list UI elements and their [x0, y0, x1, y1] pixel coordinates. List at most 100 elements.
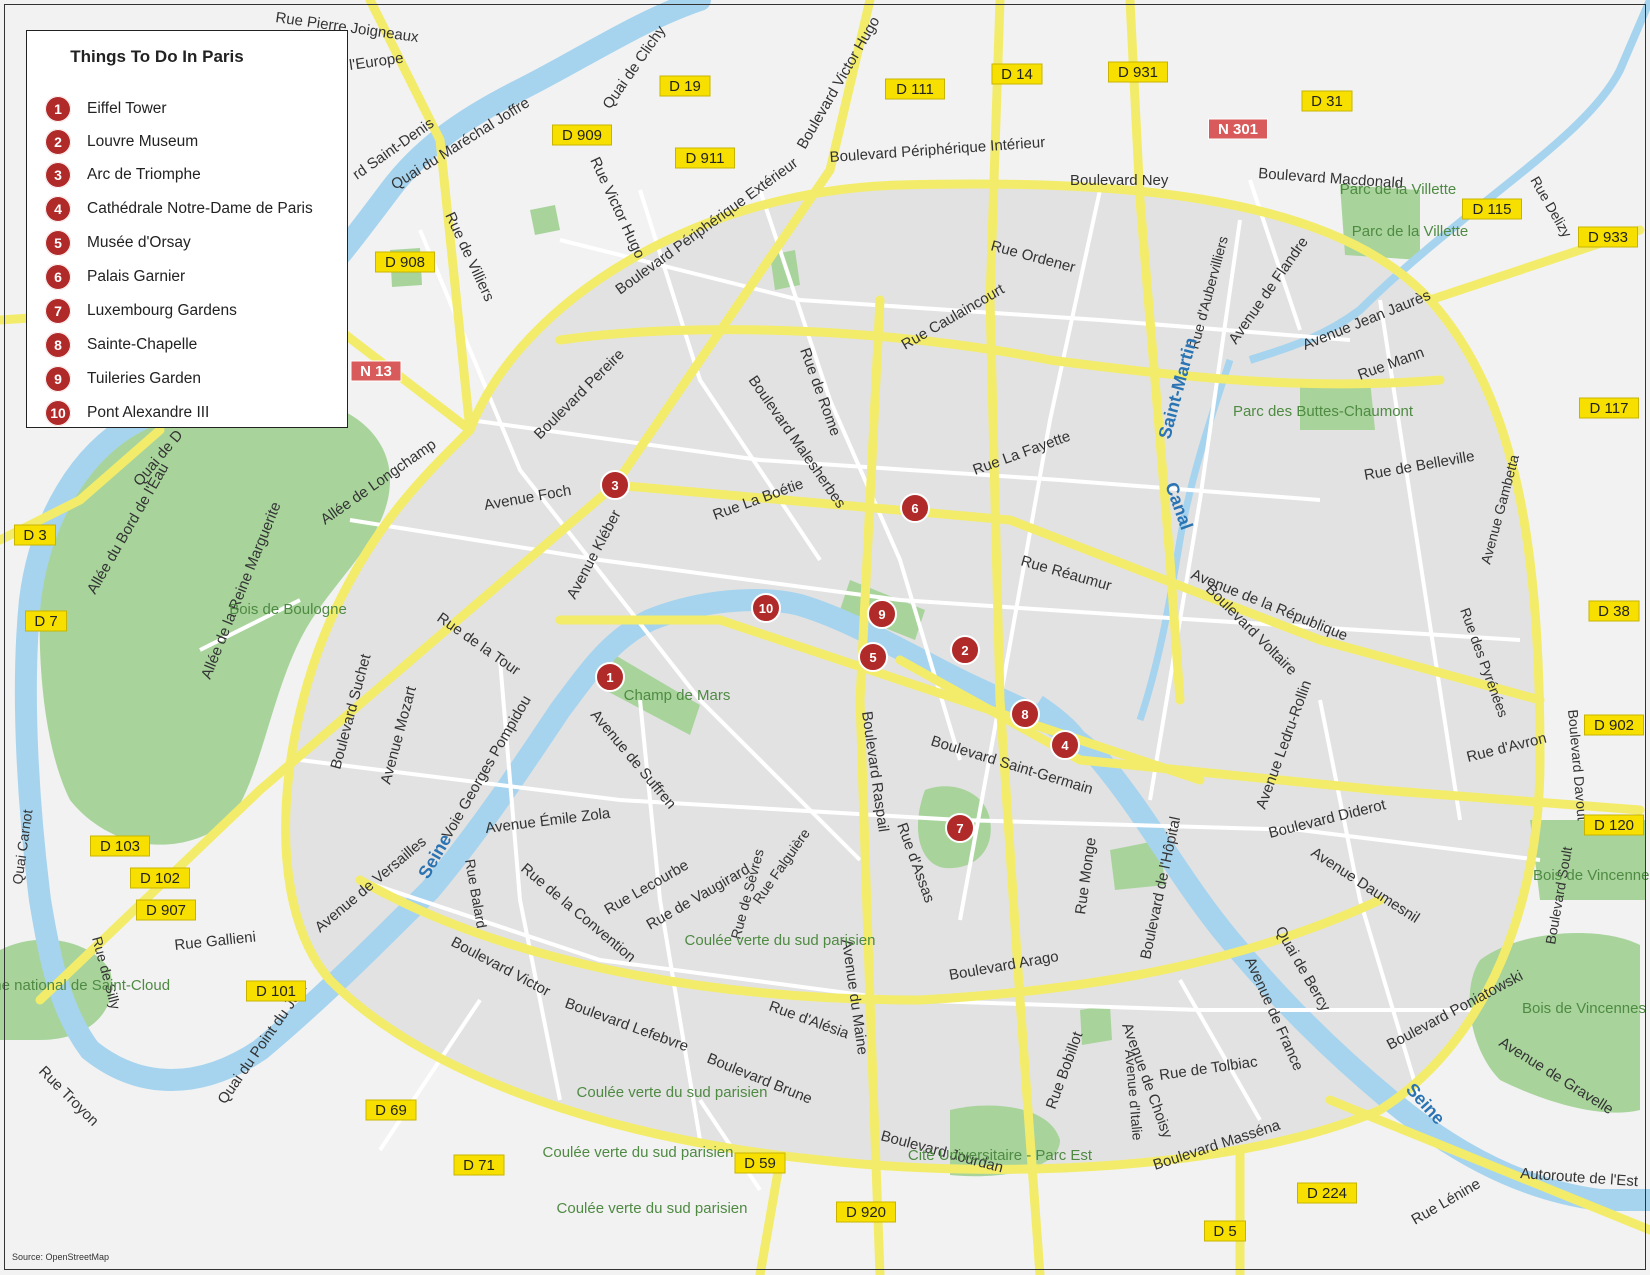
area-label: Bois de Vincennes: [1533, 867, 1650, 884]
road-shield-label: D 117: [1590, 400, 1629, 417]
legend-label: Sainte-Chapelle: [87, 336, 198, 353]
legend-marker-icon: 9: [45, 366, 71, 392]
road-shield-label: D 103: [100, 838, 140, 855]
attraction-marker-4[interactable]: 4: [1050, 730, 1080, 760]
street-label: Boulevard Ney: [1070, 172, 1169, 189]
road-shield: D 907: [136, 899, 196, 921]
road-shield: D 117: [1579, 397, 1639, 419]
area-label: Champ de Mars: [624, 687, 731, 704]
road-shield-label: D 7: [34, 613, 57, 630]
road-shield-label: D 224: [1307, 1185, 1347, 1202]
legend-title: Things To Do In Paris: [70, 47, 244, 66]
road-shield: D 59: [734, 1152, 786, 1174]
legend-item[interactable]: 7 Luxembourg Gardens: [45, 297, 237, 325]
attraction-marker-6[interactable]: 6: [900, 493, 930, 523]
road-shield-label: D 38: [1598, 603, 1630, 620]
attraction-marker-1[interactable]: 1: [595, 662, 625, 692]
area-label: Parc de la Villette: [1352, 223, 1468, 240]
road-shield: D 224: [1297, 1182, 1357, 1204]
attraction-marker-8[interactable]: 8: [1010, 699, 1040, 729]
area-label: Coulée verte du sud parisien: [543, 1144, 734, 1161]
attraction-marker-7[interactable]: 7: [945, 813, 975, 843]
road-shield: D 69: [365, 1099, 417, 1121]
legend-label: Tuileries Garden: [87, 370, 202, 387]
legend-marker-icon: 7: [45, 298, 71, 324]
attraction-marker-5[interactable]: 5: [858, 642, 888, 672]
area-label: Bois de Vincennes: [1522, 1000, 1646, 1017]
attraction-marker-3[interactable]: 3: [600, 470, 630, 500]
legend-label: Pont Alexandre III: [87, 404, 210, 421]
road-shield: D 931: [1108, 61, 1168, 83]
legend-label: Arc de Triomphe: [87, 166, 201, 183]
road-shield: D 115: [1462, 198, 1522, 220]
legend-marker-icon: 1: [45, 96, 71, 122]
area-label: Coulée verte du sud parisien: [557, 1200, 748, 1217]
road-shield-label: D 115: [1473, 201, 1512, 218]
legend-marker-icon: 10: [45, 400, 71, 426]
road-shield: D 71: [453, 1154, 505, 1176]
legend-item[interactable]: 8 Sainte-Chapelle: [45, 331, 197, 359]
attraction-marker-number: 4: [1061, 738, 1069, 753]
legend-label: Musée d'Orsay: [87, 234, 191, 251]
attraction-marker-number: 5: [869, 650, 876, 665]
road-shield-label: D 909: [562, 127, 602, 144]
attraction-marker-number: 8: [1021, 707, 1028, 722]
road-shield-label: D 902: [1594, 717, 1634, 734]
road-shield: D 120: [1584, 814, 1644, 836]
area-label: Domaine national de Saint-Cloud: [0, 977, 170, 994]
legend: Things To Do In Paris 1 Eiffel Tower 2 Lou…: [26, 30, 348, 428]
road-shield: D 908: [375, 251, 435, 273]
legend-marker-icon: 3: [45, 162, 71, 188]
road-shield: D 5: [1204, 1220, 1246, 1242]
road-shield: D 111: [885, 78, 945, 100]
road-shield-label: D 71: [463, 1157, 495, 1174]
attraction-marker-number: 9: [878, 607, 885, 622]
road-shield-label: D 102: [140, 870, 180, 887]
legend-item[interactable]: 6 Palais Garnier: [45, 263, 185, 291]
road-shield-label: D 14: [1001, 66, 1033, 83]
legend-marker-icon: 5: [45, 230, 71, 256]
attraction-marker-number: 3: [611, 478, 618, 493]
road-shield: D 101: [246, 980, 306, 1002]
legend-label: Eiffel Tower: [87, 100, 167, 117]
road-shield-label: D 31: [1311, 93, 1343, 110]
road-shield-label: D 111: [896, 81, 934, 98]
legend-label: Louvre Museum: [87, 133, 199, 150]
road-shield-label: D 931: [1118, 64, 1158, 81]
legend-marker-icon: 8: [45, 332, 71, 358]
legend-item[interactable]: 1 Eiffel Tower: [45, 95, 167, 123]
legend-item[interactable]: 10 Pont Alexandre III: [45, 399, 209, 427]
attraction-marker-number: 6: [911, 501, 918, 516]
attraction-marker-2[interactable]: 2: [950, 635, 980, 665]
road-shield-label: D 908: [385, 254, 425, 271]
legend-marker-icon: 2: [45, 129, 71, 155]
road-shield: N 301: [1208, 118, 1268, 140]
road-shield-label: D 933: [1588, 229, 1628, 246]
road-shield: D 911: [675, 147, 735, 169]
legend-item[interactable]: 2 Louvre Museum: [45, 128, 198, 156]
road-shield: D 933: [1578, 226, 1638, 248]
road-shield: D 102: [130, 867, 190, 889]
legend-item[interactable]: 4 Cathédrale Notre-Dame de Paris: [45, 195, 313, 223]
attraction-marker-9[interactable]: 9: [867, 599, 897, 629]
road-shield-label: D 907: [146, 902, 186, 919]
legend-marker-icon: 4: [45, 196, 71, 222]
attraction-marker-10[interactable]: 10: [751, 593, 781, 623]
area-label: Parc des Buttes-Chaumont: [1233, 403, 1414, 420]
map: Rue Pierre Joigneaux l'Europe Quai de Cl…: [0, 0, 1650, 1275]
road-shield-label: D 911: [686, 150, 725, 167]
road-shield: D 38: [1588, 600, 1640, 622]
legend-item[interactable]: 5 Musée d'Orsay: [45, 229, 191, 257]
road-shield-label: N 301: [1218, 121, 1258, 138]
legend-item[interactable]: 9 Tuileries Garden: [45, 365, 201, 393]
road-shield: D 902: [1584, 714, 1644, 736]
area-label: Cité Universitaire - Parc Est: [908, 1147, 1093, 1164]
road-shield: D 14: [991, 63, 1043, 85]
road-shield: D 920: [836, 1201, 896, 1223]
legend-item[interactable]: 3 Arc de Triomphe: [45, 161, 201, 189]
attraction-marker-number: 7: [956, 821, 963, 836]
area-label: Parc de la Villette: [1340, 181, 1456, 198]
road-shield-label: D 920: [846, 1204, 886, 1221]
legend-label: Luxembourg Gardens: [87, 302, 237, 319]
road-shield: D 19: [659, 75, 711, 97]
